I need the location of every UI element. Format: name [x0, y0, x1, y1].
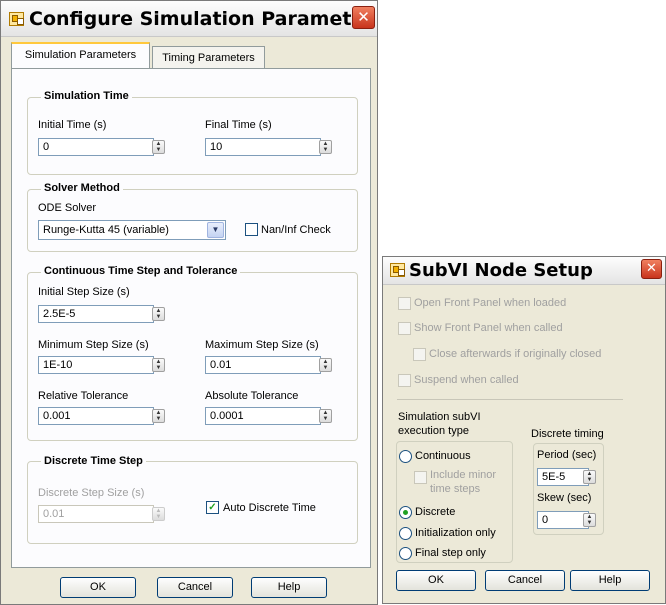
open-front-panel-checkbox[interactable] — [398, 297, 411, 310]
auto-discrete-label: Auto Discrete Time — [223, 502, 316, 514]
suspend-label: Suspend when called — [414, 374, 519, 386]
tab-label: Timing Parameters — [162, 52, 255, 64]
initial-time-label: Initial Time (s) — [38, 119, 107, 131]
group-title: Solver Method — [41, 182, 123, 194]
show-front-panel-checkbox[interactable] — [398, 322, 411, 335]
ok-button[interactable]: OK — [60, 577, 136, 598]
spin-arrows-icon[interactable]: ▲ ▼ — [319, 140, 332, 154]
title-bar: Configure Simulation Paramet... ✕ — [1, 1, 377, 37]
suspend-checkbox[interactable] — [398, 374, 411, 387]
spin-arrows-icon[interactable]: ▲ ▼ — [583, 470, 596, 484]
skew-input[interactable]: 0 — [537, 511, 589, 529]
spin-arrows-icon[interactable]: ▲ ▼ — [152, 140, 165, 154]
divider — [397, 399, 623, 400]
labview-vi-icon — [9, 12, 24, 26]
spin-arrows-icon[interactable]: ▲ ▼ — [152, 307, 165, 321]
group-title: Simulation Time — [41, 90, 132, 102]
spin-arrows-icon[interactable]: ▲ ▼ — [152, 358, 165, 372]
min-step-label: Minimum Step Size (s) — [38, 339, 149, 351]
tab-label: Simulation Parameters — [24, 49, 137, 61]
spin-arrows-icon[interactable]: ▲ ▼ — [319, 358, 332, 372]
exec-type-title-line2: execution type — [398, 425, 469, 437]
initial-step-label: Initial Step Size (s) — [38, 286, 130, 298]
title-bar: SubVI Node Setup ✕ — [383, 257, 665, 285]
help-button[interactable]: Help — [251, 577, 327, 598]
simulation-time-group — [27, 97, 358, 175]
ode-solver-label: ODE Solver — [38, 202, 97, 214]
init-only-radio[interactable] — [399, 527, 412, 540]
final-time-label: Final Time (s) — [205, 119, 272, 131]
period-label: Period (sec) — [537, 449, 597, 461]
discrete-step-size-input[interactable]: 0.01 — [38, 505, 154, 523]
tab-panel: Simulation Time Initial Time (s) 0 ▲ ▼ Fi… — [11, 68, 371, 568]
window-title: SubVI Node Setup — [409, 260, 593, 281]
discrete-timing-title: Discrete timing — [531, 428, 604, 440]
skew-label: Skew (sec) — [537, 492, 592, 504]
include-minor-label-line2: time steps — [430, 483, 481, 495]
configure-simulation-dialog: Configure Simulation Paramet... ✕ Simula… — [0, 0, 378, 605]
close-icon[interactable]: ✕ — [352, 6, 375, 29]
spin-arrows-icon[interactable]: ▲ ▼ — [583, 513, 596, 527]
discrete-step-size-label: Discrete Step Size (s) — [38, 487, 145, 499]
discrete-radio[interactable] — [399, 506, 412, 519]
open-front-panel-label: Open Front Panel when loaded — [414, 297, 567, 309]
initial-time-input[interactable]: 0 — [38, 138, 154, 156]
subvi-node-setup-dialog: SubVI Node Setup ✕ Open Front Panel when… — [382, 256, 666, 604]
period-input[interactable]: 5E-5 — [537, 468, 589, 486]
include-minor-label-line1: Include minor — [430, 469, 497, 481]
checkmark-icon: ✓ — [208, 502, 217, 513]
close-afterwards-label: Close afterwards if originally closed — [429, 348, 602, 360]
rel-tol-input[interactable]: 0.001 — [38, 407, 154, 425]
spin-arrows-icon[interactable]: ▲ ▼ — [319, 409, 332, 423]
final-time-input[interactable]: 10 — [205, 138, 321, 156]
continuous-radio[interactable] — [399, 450, 412, 463]
help-button[interactable]: Help — [570, 570, 650, 591]
group-title: Continuous Time Step and Tolerance — [41, 265, 241, 277]
init-only-label: Initialization only — [415, 527, 496, 539]
window-title: Configure Simulation Paramet... — [29, 8, 374, 30]
initial-step-input[interactable]: 2.5E-5 — [38, 305, 154, 323]
nan-inf-checkbox[interactable] — [245, 223, 258, 236]
dropdown-arrow-icon[interactable]: ▼ — [207, 222, 224, 238]
tab-timing-parameters[interactable]: Timing Parameters — [152, 46, 265, 69]
final-step-radio[interactable] — [399, 547, 412, 560]
ode-solver-select[interactable]: Runge-Kutta 45 (variable) — [38, 220, 226, 240]
auto-discrete-checkbox[interactable]: ✓ — [206, 501, 219, 514]
show-front-panel-label: Show Front Panel when called — [414, 322, 563, 334]
nan-inf-label: Nan/Inf Check — [261, 224, 331, 236]
discrete-label: Discrete — [415, 506, 456, 518]
ode-solver-value: Runge-Kutta 45 (variable) — [43, 224, 169, 236]
close-afterwards-checkbox[interactable] — [413, 348, 426, 361]
tab-simulation-parameters[interactable]: Simulation Parameters — [11, 42, 150, 69]
ok-button[interactable]: OK — [396, 570, 476, 591]
min-step-input[interactable]: 1E-10 — [38, 356, 154, 374]
cancel-button[interactable]: Cancel — [157, 577, 233, 598]
max-step-input[interactable]: 0.01 — [205, 356, 321, 374]
cancel-button[interactable]: Cancel — [485, 570, 565, 591]
abs-tol-input[interactable]: 0.0001 — [205, 407, 321, 425]
abs-tol-label: Absolute Tolerance — [205, 390, 299, 402]
group-title: Discrete Time Step — [41, 455, 146, 467]
final-step-label: Final step only — [415, 547, 486, 559]
close-icon[interactable]: ✕ — [641, 259, 662, 279]
rel-tol-label: Relative Tolerance — [38, 390, 129, 402]
include-minor-checkbox[interactable] — [414, 471, 427, 484]
max-step-label: Maximum Step Size (s) — [205, 339, 319, 351]
labview-vi-icon — [390, 263, 405, 277]
spin-arrows-icon[interactable]: ▲ ▼ — [152, 409, 165, 423]
exec-type-title-line1: Simulation subVI — [398, 411, 481, 423]
spin-arrows-icon[interactable]: ▲ ▼ — [152, 507, 165, 521]
continuous-label: Continuous — [415, 450, 471, 462]
